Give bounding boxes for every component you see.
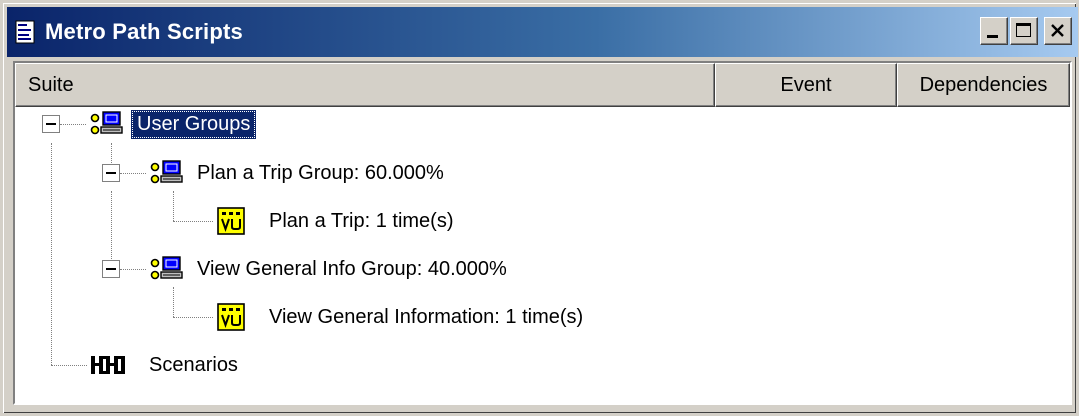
- tree-node-label: View General Information: 1 time(s): [269, 305, 584, 328]
- column-header-suite[interactable]: Suite: [15, 63, 715, 107]
- minimize-icon: [987, 35, 998, 38]
- tree-node-plan-a-trip-group[interactable]: Plan a Trip Group: 60.000%: [147, 156, 450, 190]
- window-app-icon: [15, 20, 37, 44]
- tree-node-label: Scenarios: [149, 353, 238, 376]
- tree-node-plan-a-trip-script[interactable]: Plan a Trip: 1 time(s): [217, 204, 460, 238]
- window-controls: [980, 17, 1072, 45]
- user-group-icon: [147, 158, 185, 188]
- maximize-button[interactable]: [1010, 17, 1038, 45]
- tree-connector: [120, 173, 146, 174]
- tree-connector: [51, 143, 52, 365]
- collapse-toggle-plan-a-trip-group[interactable]: [102, 164, 120, 182]
- user-group-icon: [87, 109, 125, 139]
- column-header-dependencies[interactable]: Dependencies: [897, 63, 1070, 107]
- tree-connector: [173, 287, 174, 317]
- tree-connector: [60, 124, 86, 125]
- scenarios-icon: [89, 353, 133, 377]
- tree-node-label: Plan a Trip: 1 time(s): [269, 209, 454, 232]
- close-button[interactable]: [1044, 17, 1072, 45]
- column-header-event[interactable]: Event: [715, 63, 897, 107]
- tree-node-label: View General Info Group: 40.000%: [197, 257, 507, 280]
- title-bar[interactable]: Metro Path Scripts: [7, 7, 1078, 57]
- user-group-icon: [147, 254, 185, 284]
- suite-tree-view[interactable]: Suite Event Dependencies User Groups Pla…: [13, 61, 1072, 405]
- window-title: Metro Path Scripts: [45, 19, 243, 44]
- minimize-button[interactable]: [980, 17, 1008, 45]
- close-icon: [1051, 24, 1064, 37]
- tree-connector: [111, 191, 112, 269]
- tree-node-scenarios[interactable]: Scenarios: [89, 348, 244, 382]
- tree-node-user-groups[interactable]: User Groups: [87, 107, 257, 141]
- tree-body: User Groups Plan a Trip Group: 60.000% P…: [15, 107, 1070, 403]
- tree-connector: [120, 269, 146, 270]
- app-window: Metro Path Scripts Suite Event Dependenc…: [0, 0, 1079, 416]
- tree-node-view-general-info-group[interactable]: View General Info Group: 40.000%: [147, 252, 513, 286]
- tree-node-label: Plan a Trip Group: 60.000%: [197, 161, 444, 184]
- collapse-toggle-user-groups[interactable]: [42, 115, 60, 133]
- tree-connector: [51, 365, 87, 366]
- tree-connector: [173, 317, 213, 318]
- collapse-toggle-view-general-info-group[interactable]: [102, 260, 120, 278]
- tree-connector: [173, 221, 213, 222]
- column-header-row: Suite Event Dependencies: [15, 63, 1070, 107]
- maximize-icon: [1016, 23, 1031, 37]
- vu-script-icon: [217, 303, 245, 331]
- tree-node-label: User Groups: [131, 109, 257, 139]
- vu-script-icon: [217, 207, 245, 235]
- tree-node-view-general-information-script[interactable]: View General Information: 1 time(s): [217, 300, 589, 334]
- tree-connector: [173, 191, 174, 221]
